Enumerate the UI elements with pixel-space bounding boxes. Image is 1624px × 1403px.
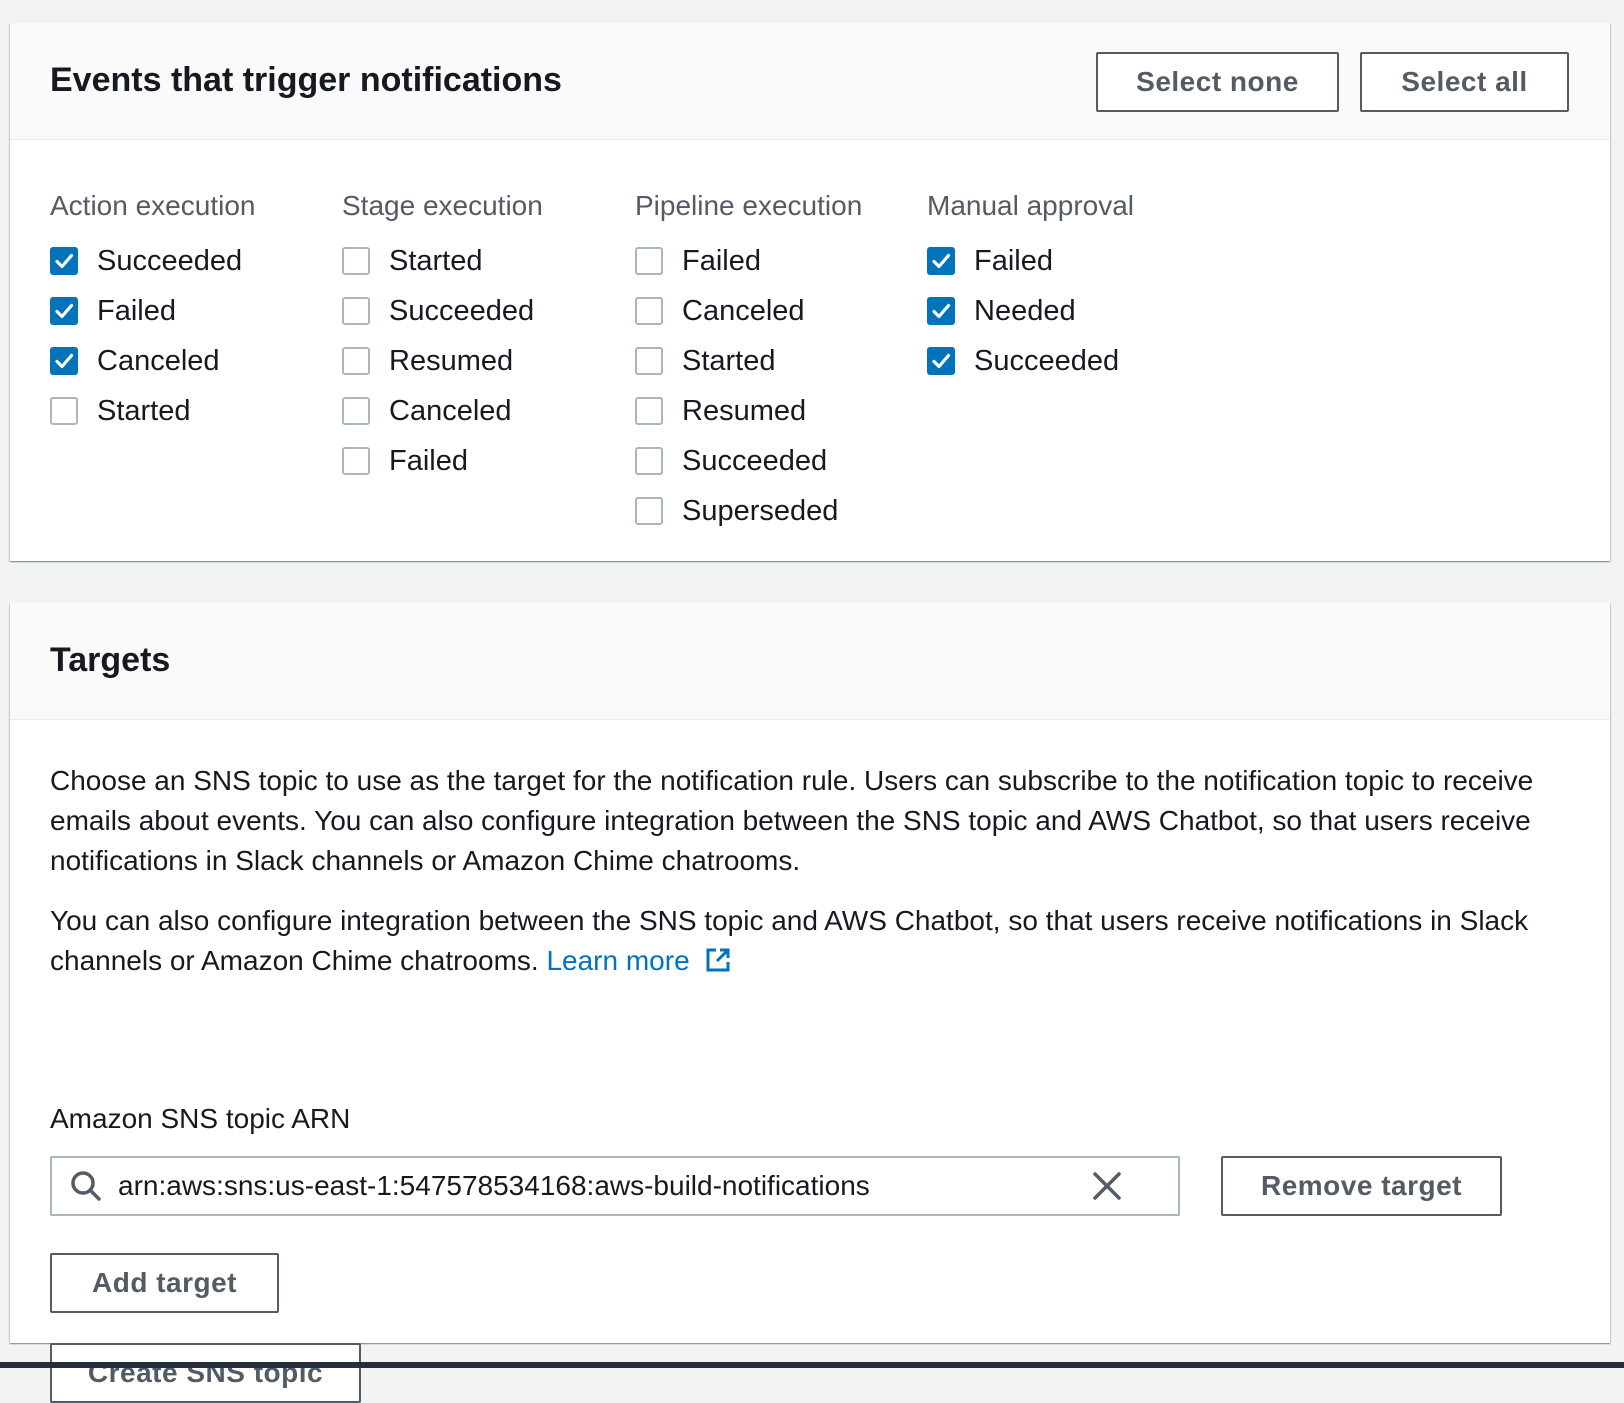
event-checkbox-row[interactable]: Failed bbox=[927, 236, 1134, 286]
event-checkbox-row[interactable]: Succeeded bbox=[927, 336, 1134, 386]
event-checkbox[interactable] bbox=[342, 247, 370, 275]
event-checkbox[interactable] bbox=[50, 397, 78, 425]
event-checkbox[interactable] bbox=[342, 347, 370, 375]
remove-target-button[interactable]: Remove target bbox=[1221, 1156, 1502, 1216]
create-sns-topic-button[interactable]: Create SNS topic bbox=[50, 1343, 361, 1403]
chatbot-description-text: You can also configure integration betwe… bbox=[50, 905, 1529, 976]
event-checkbox-label: Failed bbox=[682, 244, 761, 277]
event-checkbox[interactable] bbox=[342, 397, 370, 425]
event-checkbox-label: Started bbox=[682, 344, 776, 377]
event-column: Pipeline execution Failed Canceled Started R… bbox=[635, 186, 862, 536]
event-checkbox-row[interactable]: Superseded bbox=[635, 486, 862, 536]
event-column: Stage execution Started Succeeded Resumed Ca… bbox=[342, 186, 543, 486]
event-checkbox-label: Succeeded bbox=[682, 444, 828, 477]
event-checkbox-label: Succeeded bbox=[97, 244, 243, 277]
event-checkbox-label: Started bbox=[389, 244, 483, 277]
event-checkbox[interactable] bbox=[342, 297, 370, 325]
event-checkbox[interactable] bbox=[342, 447, 370, 475]
event-checkbox-row[interactable]: Failed bbox=[635, 236, 862, 286]
events-panel-header: Events that trigger notifications Select… bbox=[10, 23, 1610, 140]
sns-topic-arn-field bbox=[50, 1156, 1180, 1216]
event-column-title: Pipeline execution bbox=[635, 190, 863, 221]
event-checkbox[interactable] bbox=[50, 297, 78, 325]
event-checkbox-row[interactable]: Needed bbox=[927, 286, 1134, 336]
checkmark-icon bbox=[932, 353, 951, 369]
event-column-title: Stage execution bbox=[342, 190, 543, 221]
event-checkbox-row[interactable]: Failed bbox=[50, 286, 255, 336]
checkmark-icon bbox=[932, 303, 951, 319]
event-checkbox-label: Failed bbox=[389, 444, 468, 477]
events-panel-title: Events that trigger notifications bbox=[50, 61, 562, 99]
checkmark-icon bbox=[55, 303, 74, 319]
targets-chatbot-description: You can also configure integration betwe… bbox=[50, 901, 1550, 984]
targets-body: Choose an SNS topic to use as the target… bbox=[10, 720, 1610, 1403]
select-none-button[interactable]: Select none bbox=[1096, 52, 1339, 112]
event-checkbox-row[interactable]: Resumed bbox=[342, 336, 543, 386]
event-column-title: Action execution bbox=[50, 190, 256, 221]
event-checkbox[interactable] bbox=[635, 497, 663, 525]
select-all-button[interactable]: Select all bbox=[1360, 52, 1569, 112]
event-checkbox-row[interactable]: Canceled bbox=[635, 286, 862, 336]
bottom-bar bbox=[0, 1362, 1624, 1368]
targets-panel-header: Targets bbox=[10, 603, 1610, 720]
checkmark-icon bbox=[55, 353, 74, 369]
event-checkbox-label: Failed bbox=[97, 294, 176, 327]
checkmark-icon bbox=[55, 253, 74, 269]
event-checkbox-row[interactable]: Canceled bbox=[50, 336, 255, 386]
event-checkbox-label: Succeeded bbox=[389, 294, 535, 327]
learn-more-link[interactable]: Learn more bbox=[546, 945, 731, 976]
event-checkbox-label: Needed bbox=[974, 294, 1076, 327]
event-checkbox-row[interactable]: Succeeded bbox=[342, 286, 543, 336]
event-checkbox-label: Started bbox=[97, 394, 191, 427]
event-checkbox[interactable] bbox=[927, 247, 955, 275]
event-checkbox-label: Resumed bbox=[389, 344, 514, 377]
events-panel: Events that trigger notifications Select… bbox=[10, 23, 1610, 561]
search-icon bbox=[70, 1170, 102, 1207]
event-checkbox[interactable] bbox=[927, 297, 955, 325]
event-column-title: Manual approval bbox=[927, 190, 1135, 221]
add-target-button[interactable]: Add target bbox=[50, 1253, 279, 1313]
event-checkbox-row[interactable]: Resumed bbox=[635, 386, 862, 436]
external-link-icon bbox=[705, 944, 731, 984]
event-checkbox[interactable] bbox=[635, 297, 663, 325]
learn-more-label: Learn more bbox=[546, 945, 690, 976]
event-checkbox-row[interactable]: Canceled bbox=[342, 386, 543, 436]
event-checkbox-label: Canceled bbox=[682, 294, 805, 327]
events-columns: Action execution Succeeded Failed Canceled S… bbox=[10, 140, 1610, 560]
event-checkbox-label: Superseded bbox=[682, 494, 839, 527]
event-checkbox-row[interactable]: Succeeded bbox=[635, 436, 862, 486]
targets-panel: Targets Choose an SNS topic to use as th… bbox=[10, 603, 1610, 1403]
close-icon[interactable] bbox=[1092, 1171, 1122, 1206]
event-checkbox-label: Failed bbox=[974, 244, 1053, 277]
event-checkbox[interactable] bbox=[927, 347, 955, 375]
event-column: Action execution Succeeded Failed Canceled S… bbox=[50, 186, 255, 436]
event-checkbox[interactable] bbox=[635, 397, 663, 425]
sns-topic-arn-input[interactable] bbox=[118, 1158, 1078, 1214]
event-checkbox-label: Canceled bbox=[97, 344, 220, 377]
event-checkbox[interactable] bbox=[50, 347, 78, 375]
event-checkbox[interactable] bbox=[635, 447, 663, 475]
targets-panel-title: Targets bbox=[50, 641, 171, 679]
event-checkbox-row[interactable]: Succeeded bbox=[50, 236, 255, 286]
event-checkbox[interactable] bbox=[635, 247, 663, 275]
event-checkbox-row[interactable]: Started bbox=[50, 386, 255, 436]
event-checkbox[interactable] bbox=[635, 347, 663, 375]
checkmark-icon bbox=[932, 253, 951, 269]
event-column: Manual approval Failed Needed Succeeded bbox=[927, 186, 1134, 386]
event-checkbox-row[interactable]: Started bbox=[635, 336, 862, 386]
event-checkbox-label: Resumed bbox=[682, 394, 807, 427]
targets-description: Choose an SNS topic to use as the target… bbox=[50, 765, 1534, 876]
event-checkbox[interactable] bbox=[50, 247, 78, 275]
event-checkbox-label: Succeeded bbox=[974, 344, 1120, 377]
event-checkbox-label: Canceled bbox=[389, 394, 512, 427]
event-checkbox-row[interactable]: Failed bbox=[342, 436, 543, 486]
event-checkbox-row[interactable]: Started bbox=[342, 236, 543, 286]
sns-topic-arn-label: Amazon SNS topic ARN bbox=[50, 1103, 351, 1134]
